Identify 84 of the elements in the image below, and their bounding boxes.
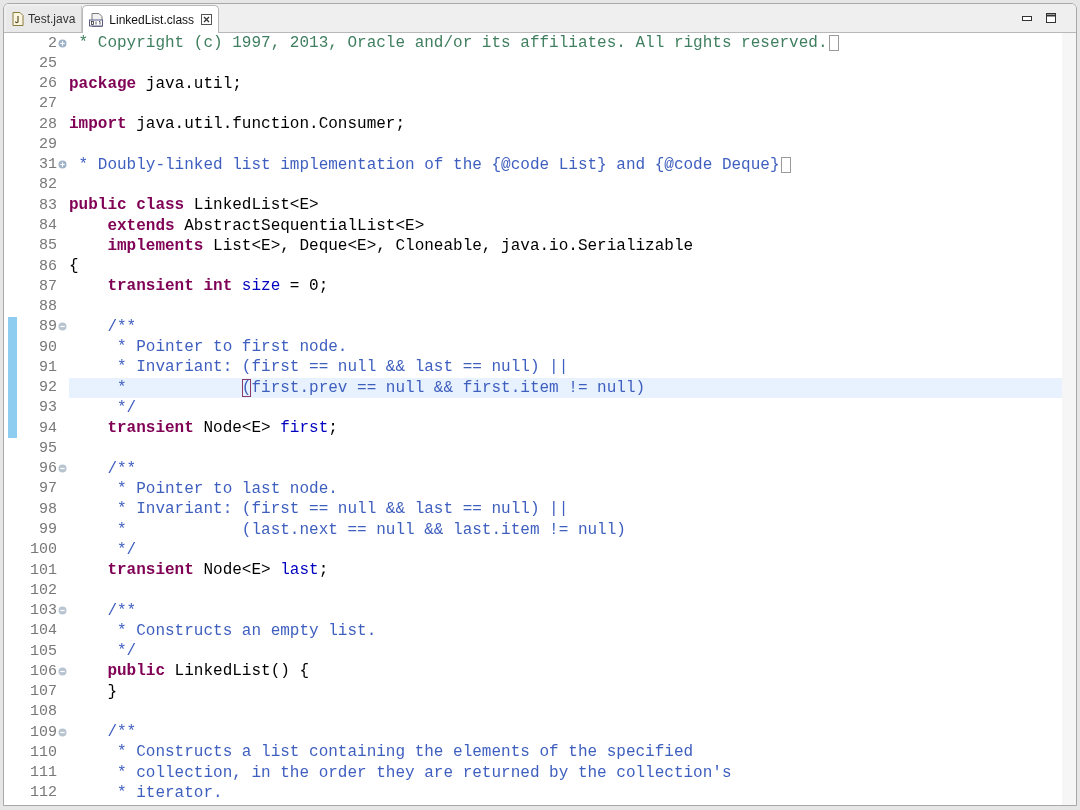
line-number: 28 (39, 116, 57, 132)
line-number: 92 (39, 380, 57, 396)
line-number: 84 (39, 218, 57, 233)
code-line: transient int size = 0; (106, 277, 329, 296)
code-line: { (69, 257, 79, 276)
line-number: 96 (39, 461, 57, 477)
line-number: 87 (39, 278, 57, 294)
code-line: /** (106, 601, 137, 620)
line-number: 82 (39, 177, 57, 193)
code-line: /** (106, 723, 137, 742)
code-line: * Pointer to last node. (116, 479, 338, 498)
line-number: 88 (39, 299, 57, 315)
line-number: 109 (30, 724, 57, 740)
code-line: transient Node<E> last; (106, 561, 329, 580)
code-line: */ (116, 642, 137, 661)
expand-icon[interactable] (58, 160, 67, 170)
collapse-icon[interactable] (58, 322, 67, 332)
code-line: * Copyright (c) 1997, 2013, Oracle and/or its affiliates. All rights reserved. (77, 34, 828, 53)
code-line: * Invariant: (first == null && last == null) || (116, 500, 569, 519)
folded-code-icon[interactable] (828, 35, 839, 52)
code-line: package java.util; (69, 74, 242, 93)
line-number: 102 (30, 582, 57, 598)
line-number: 90 (39, 339, 57, 355)
line-number: 85 (39, 238, 57, 254)
collapse-icon[interactable] (58, 727, 67, 737)
line-number: 29 (39, 136, 57, 152)
line-number: 2 (48, 35, 57, 51)
line-number: 98 (39, 501, 57, 517)
code-line: * Pointer to first node. (116, 338, 348, 357)
code-line: /** (106, 459, 137, 478)
code-line: * collection, in the order they are returned by the collection's (116, 763, 732, 782)
code-line: } (106, 682, 117, 701)
line-number: 83 (39, 197, 57, 213)
line-number: 111 (30, 765, 57, 781)
class-file-icon (89, 12, 106, 27)
line-number: 93 (39, 400, 57, 416)
line-number: 104 (30, 623, 57, 639)
code-line: * Invariant: (first == null && last == null) || (116, 358, 569, 377)
code-line: * (last.next == null && last.item != null) (116, 520, 626, 539)
line-number: 89 (39, 319, 57, 335)
line-number: 101 (30, 562, 57, 578)
folded-code-icon[interactable] (780, 156, 791, 173)
close-icon[interactable] (201, 14, 213, 25)
minimize-icon[interactable] (1022, 15, 1032, 21)
maximize-icon[interactable] (1046, 13, 1056, 23)
code-line: public class LinkedList<E> (69, 196, 319, 215)
line-number: 100 (30, 542, 57, 558)
collapse-icon[interactable] (58, 606, 67, 616)
line-number: 107 (30, 684, 57, 700)
line-number: 95 (39, 440, 57, 456)
code-line: * iterator. (116, 783, 223, 802)
code-line: */ (116, 398, 137, 417)
code-line: public LinkedList() { (106, 662, 310, 681)
code-line: transient Node<E> first; (106, 419, 338, 438)
line-number: 99 (39, 522, 57, 537)
line-number: 103 (30, 603, 57, 619)
expand-icon[interactable] (58, 38, 67, 48)
line-number: 105 (30, 643, 57, 659)
code-line: */ (116, 540, 137, 559)
collapse-icon[interactable] (58, 666, 67, 676)
code-line: * Constructs a list containing the elements of the specified (116, 743, 694, 762)
line-number: 106 (30, 663, 57, 679)
code-line: import java.util.function.Consumer; (69, 115, 406, 134)
editor-tab[interactable]: LinkedList.class (82, 5, 220, 33)
line-number: 86 (39, 258, 57, 274)
line-number: 94 (39, 420, 57, 436)
line-number: 110 (30, 744, 57, 760)
line-number: 108 (30, 704, 57, 720)
line-number: 112 (30, 785, 57, 801)
code-line: /** (106, 317, 137, 336)
code-line: implements List<E>, Deque<E>, Cloneable, java.io.Serializable (106, 236, 694, 255)
line-number: 25 (39, 55, 57, 71)
code-line: * Doubly-linked list implementation of the {@code List} and {@code Deque} (77, 155, 780, 174)
line-number: 91 (39, 359, 57, 375)
code-line: extends AbstractSequentialList<E> (106, 216, 425, 235)
collapse-icon[interactable] (58, 464, 67, 474)
code-line: * Constructs an empty list. (116, 621, 377, 640)
java-file-icon (12, 12, 24, 26)
line-number: 97 (39, 481, 57, 497)
editor-tab[interactable]: Test.java (6, 6, 83, 32)
line-number: 27 (39, 96, 57, 112)
line-number: 26 (39, 76, 57, 92)
line-number: 31 (39, 157, 57, 173)
code-line: * (first.prev == null && first.item != null) (116, 378, 647, 397)
